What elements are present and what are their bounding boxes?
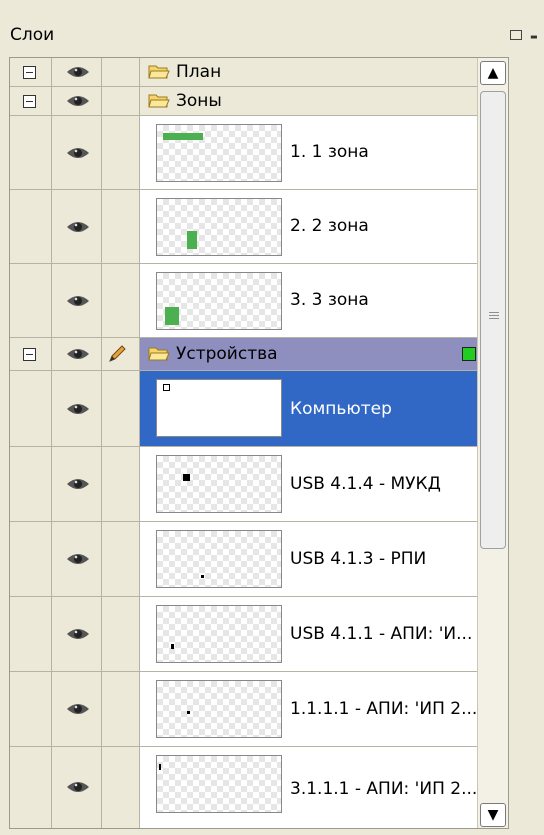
layer-item[interactable]: 2. 2 зона	[10, 190, 508, 264]
zone-shape	[163, 133, 203, 140]
collapse-icon[interactable]	[23, 95, 36, 108]
layer-label: Компьютер	[290, 399, 392, 419]
layer-thumbnail	[156, 755, 282, 813]
layer-group-plan[interactable]: План	[10, 58, 508, 87]
collapse-icon[interactable]	[23, 348, 36, 361]
eye-icon[interactable]	[66, 94, 90, 108]
layer-thumbnail	[156, 272, 282, 330]
layer-label: 1.1.1.1 - АПИ: 'ИП 2...	[290, 699, 478, 719]
layer-thumbnail	[156, 530, 282, 588]
layer-item[interactable]: 3.1.1.1 - АПИ: 'ИП 2...	[10, 747, 508, 828]
folder-icon	[148, 346, 170, 362]
layer-item[interactable]: 1.1.1.1 - АПИ: 'ИП 2...	[10, 672, 508, 747]
vertical-scrollbar[interactable]: ▲ ▼	[477, 58, 508, 828]
layer-thumbnail	[156, 605, 282, 663]
layer-group-devices[interactable]: Устройства	[10, 338, 508, 371]
layer-thumbnail	[156, 455, 282, 513]
layer-label: 3. 3 зона	[290, 290, 369, 310]
layer-label: 3.1.1.1 - АПИ: 'ИП 2...	[290, 779, 478, 799]
eye-icon[interactable]	[66, 552, 90, 566]
eye-icon[interactable]	[66, 294, 90, 308]
group-label: План	[176, 62, 222, 82]
maximize-icon[interactable]	[510, 30, 522, 40]
eye-icon[interactable]	[66, 402, 90, 416]
layer-group-zones[interactable]: Зоны	[10, 87, 508, 116]
folder-icon	[148, 93, 170, 109]
layer-label: USB 4.1.3 - РПИ	[290, 549, 427, 569]
group-label: Зоны	[176, 91, 222, 111]
eye-icon[interactable]	[66, 477, 90, 491]
device-marker	[163, 384, 170, 391]
eye-icon[interactable]	[66, 220, 90, 234]
scroll-up-button[interactable]: ▲	[480, 61, 506, 85]
layer-thumbnail	[156, 124, 282, 182]
device-marker	[159, 764, 161, 770]
layer-label: USB 4.1.1 - АПИ: 'И...	[290, 624, 473, 644]
device-marker	[183, 474, 190, 481]
collapse-icon[interactable]	[23, 66, 36, 79]
eye-icon[interactable]	[66, 146, 90, 160]
layer-thumbnail	[156, 680, 282, 738]
layer-label: 2. 2 зона	[290, 216, 369, 236]
eye-icon[interactable]	[66, 347, 90, 361]
status-indicator-icon	[462, 347, 476, 361]
zone-shape	[187, 231, 197, 249]
minimize-icon[interactable]: -	[530, 24, 538, 48]
scroll-thumb[interactable]	[480, 91, 506, 549]
eye-icon[interactable]	[66, 702, 90, 716]
layer-label: 1. 1 зона	[290, 142, 369, 162]
layer-label: USB 4.1.4 - МУКД	[290, 474, 441, 494]
layer-item[interactable]: 1. 1 зона	[10, 116, 508, 190]
device-marker	[187, 711, 190, 714]
panel-titlebar: Слои -	[0, 0, 544, 57]
folder-icon	[148, 64, 170, 80]
eye-icon[interactable]	[66, 780, 90, 794]
layer-thumbnail	[156, 198, 282, 256]
group-label: Устройства	[176, 344, 278, 364]
panel-title: Слои	[10, 25, 55, 45]
layer-item[interactable]: USB 4.1.3 - РПИ	[10, 522, 508, 597]
layers-panel: План Зоны 1. 1 зона 2. 2 зона 3. 3 зона …	[9, 57, 509, 829]
device-marker	[201, 575, 204, 578]
scroll-down-button[interactable]: ▼	[480, 803, 506, 827]
layer-item[interactable]: 3. 3 зона	[10, 264, 508, 338]
pencil-icon[interactable]	[106, 343, 128, 370]
zone-shape	[165, 307, 179, 325]
layer-item[interactable]: USB 4.1.1 - АПИ: 'И...	[10, 597, 508, 672]
layer-thumbnail	[156, 379, 282, 437]
layer-item[interactable]: Компьютер	[10, 371, 508, 447]
layer-item[interactable]: USB 4.1.4 - МУКД	[10, 447, 508, 522]
device-marker	[171, 644, 174, 649]
eye-icon[interactable]	[66, 627, 90, 641]
eye-icon[interactable]	[66, 65, 90, 79]
